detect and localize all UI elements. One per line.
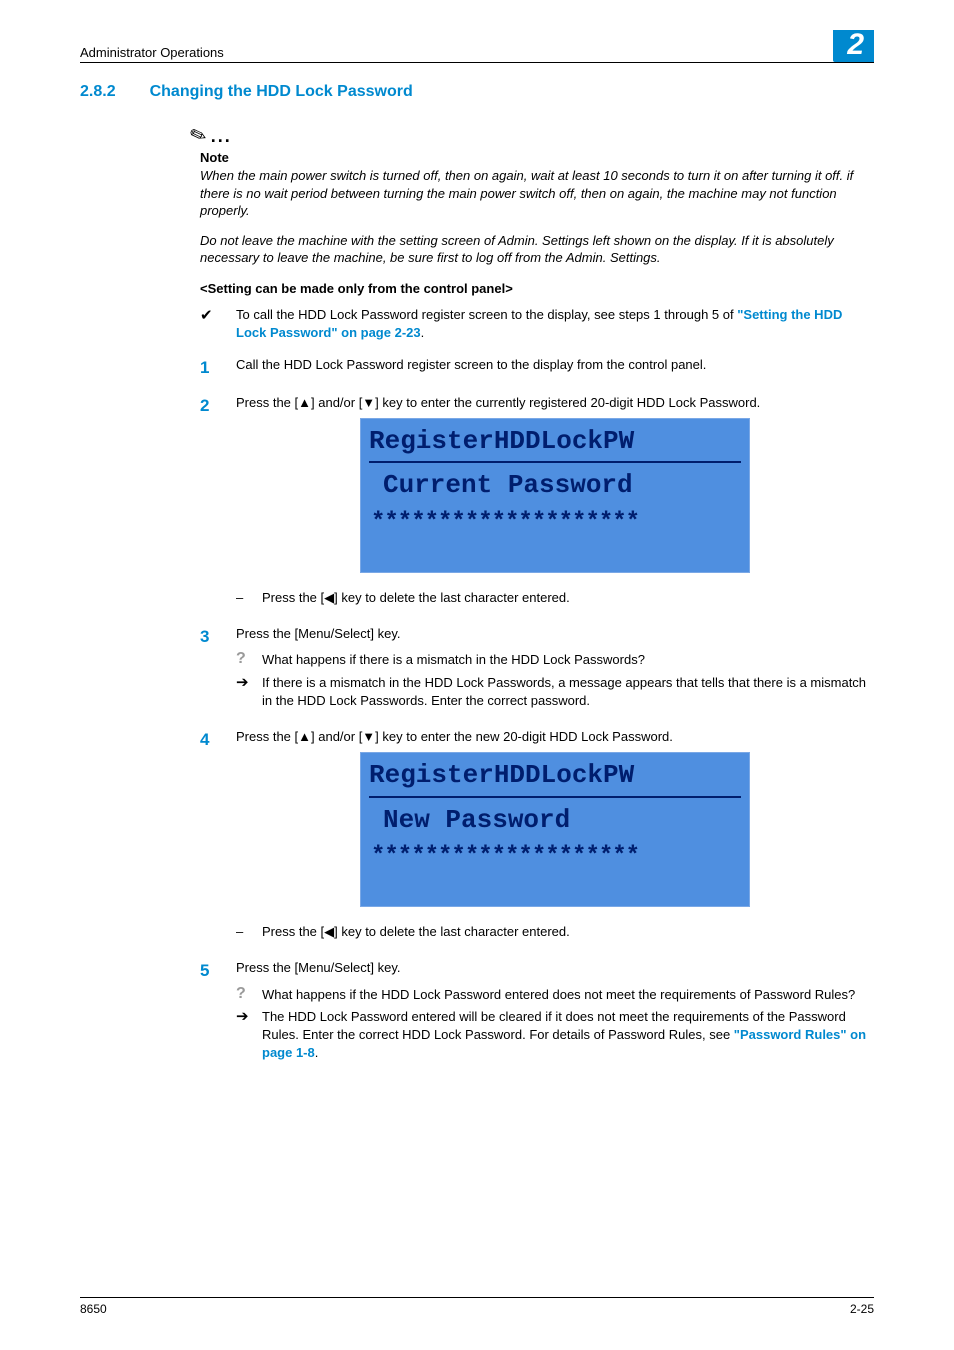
step-number: 5 — [200, 959, 218, 1066]
note-paragraph-2: Do not leave the machine with the settin… — [200, 232, 874, 267]
checkmark-icon: ✔ — [200, 305, 218, 326]
pencil-icon: ✎ — [186, 121, 210, 150]
lcd-title: RegisterHDDLockPW — [369, 757, 741, 797]
sub-item: – Press the [◀] key to delete the last c… — [236, 589, 874, 607]
faq-answer: ➔ The HDD Lock Password entered will be … — [236, 1008, 874, 1063]
note-dots-icon: ... — [211, 126, 232, 147]
lcd-screenshot-current-password: RegisterHDDLockPW Current Password *****… — [360, 418, 750, 573]
step-text: Press the [Menu/Select] key. — [236, 959, 874, 977]
chapter-number-badge: 2 — [833, 30, 874, 62]
lcd-value: ******************** — [369, 840, 741, 874]
sub-item: – Press the [◀] key to delete the last c… — [236, 923, 874, 941]
faq-answer-text: If there is a mismatch in the HDD Lock P… — [262, 674, 874, 710]
step-number: 2 — [200, 394, 218, 611]
note-paragraph-1: When the main power switch is turned off… — [200, 167, 874, 220]
lcd-value: ******************** — [369, 506, 741, 540]
step-3: 3 Press the [Menu/Select] key. ? What ha… — [200, 625, 874, 714]
prereq-text-after: . — [421, 325, 425, 340]
faq-answer-after: . — [315, 1045, 319, 1060]
dash-icon: – — [236, 589, 250, 607]
sub-text: Press the [◀] key to delete the last cha… — [262, 923, 570, 941]
step-4: 4 Press the [▲] and/or [▼] key to enter … — [200, 728, 874, 945]
faq-question-text: What happens if the HDD Lock Password en… — [262, 986, 855, 1004]
step-number: 1 — [200, 356, 218, 380]
sub-text: Press the [◀] key to delete the last cha… — [262, 589, 570, 607]
page-header: Administrator Operations 2 — [80, 30, 874, 63]
subsection-heading: <Setting can be made only from the contr… — [200, 281, 874, 296]
step-5: 5 Press the [Menu/Select] key. ? What ha… — [200, 959, 874, 1066]
faq-question: ? What happens if the HDD Lock Password … — [236, 986, 874, 1004]
footer-page-number: 2-25 — [850, 1302, 874, 1316]
footer-model: 8650 — [80, 1302, 107, 1316]
section-title: Changing the HDD Lock Password — [150, 83, 413, 101]
step-number: 4 — [200, 728, 218, 945]
step-text: Call the HDD Lock Password register scre… — [236, 356, 874, 380]
lcd-prompt: New Password — [369, 802, 741, 838]
dash-icon: – — [236, 923, 250, 941]
lcd-title: RegisterHDDLockPW — [369, 423, 741, 463]
question-icon: ? — [236, 986, 250, 1004]
step-text: Press the [▲] and/or [▼] key to enter th… — [236, 728, 874, 746]
header-title: Administrator Operations — [80, 45, 224, 60]
faq-question: ? What happens if there is a mismatch in… — [236, 651, 874, 669]
question-icon: ? — [236, 651, 250, 669]
step-1: 1 Call the HDD Lock Password register sc… — [200, 356, 874, 380]
section-heading: 2.8.2 Changing the HDD Lock Password — [80, 83, 874, 101]
arrow-right-icon: ➔ — [236, 1008, 250, 1063]
step-2: 2 Press the [▲] and/or [▼] key to enter … — [200, 394, 874, 611]
faq-answer: ➔ If there is a mismatch in the HDD Lock… — [236, 674, 874, 710]
lcd-screenshot-new-password: RegisterHDDLockPW New Password *********… — [360, 752, 750, 907]
step-number: 3 — [200, 625, 218, 714]
page-footer: 8650 2-25 — [80, 1297, 874, 1316]
lcd-prompt: Current Password — [369, 467, 741, 503]
section-number: 2.8.2 — [80, 83, 116, 101]
step-text: Press the [Menu/Select] key. — [236, 625, 874, 643]
step-text: Press the [▲] and/or [▼] key to enter th… — [236, 394, 874, 412]
arrow-right-icon: ➔ — [236, 674, 250, 710]
faq-question-text: What happens if there is a mismatch in t… — [262, 651, 645, 669]
note-block: ✎ ... Note When the main power switch is… — [200, 123, 874, 267]
prereq-text-before: To call the HDD Lock Password register s… — [236, 307, 737, 322]
prerequisite-item: ✔ To call the HDD Lock Password register… — [200, 306, 874, 342]
note-label: Note — [200, 150, 874, 165]
